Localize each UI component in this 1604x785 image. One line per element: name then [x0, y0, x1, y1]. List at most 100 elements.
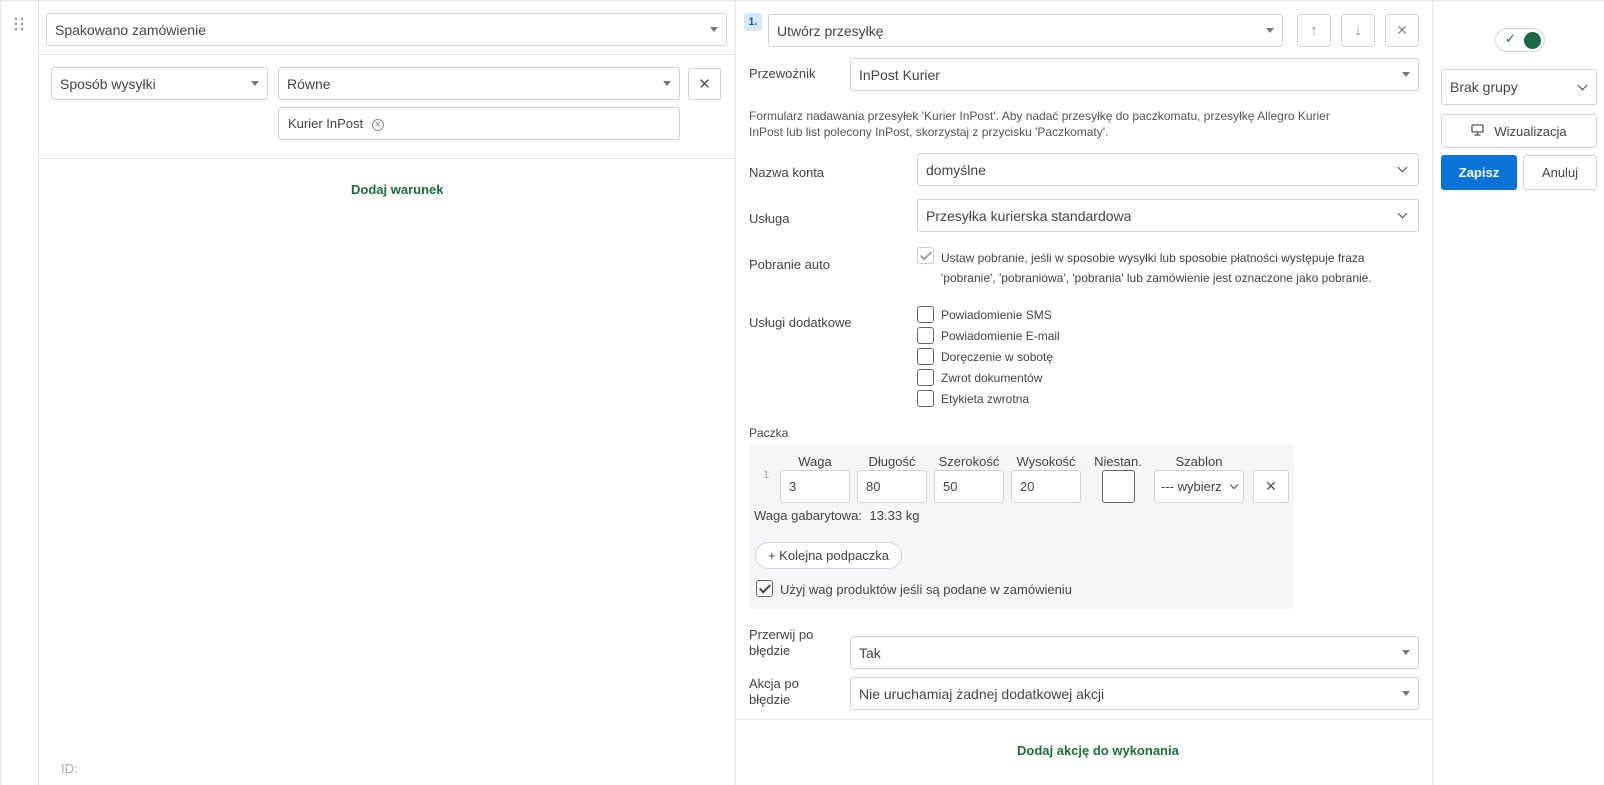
remove-condition-button[interactable]: ✕ [688, 68, 721, 100]
arrow-up-icon: ↑ [1310, 22, 1318, 39]
toggle-knob [1524, 32, 1541, 49]
monitor-icon [1471, 123, 1485, 139]
height-input[interactable]: 20 [1011, 470, 1081, 503]
caret-down-icon [1402, 72, 1410, 77]
template-header: Szablon [1175, 454, 1223, 469]
close-icon: ✕ [1396, 22, 1408, 38]
template-select-value: --- wybierz [1161, 479, 1222, 494]
chevron-down-icon [1397, 208, 1408, 219]
service-label: Usługa [749, 211, 790, 226]
move-up-button[interactable]: ↑ [1297, 14, 1331, 47]
dim-weight-value: 13.33 kg [869, 508, 920, 523]
service-select[interactable]: Przesyłka kurierska standardowa [917, 199, 1419, 232]
visualize-button-label: Wizualizacja [1494, 123, 1567, 139]
extra-sms-checkbox[interactable] [917, 306, 934, 323]
cancel-button[interactable]: Anuluj [1523, 155, 1597, 190]
divider [735, 719, 1432, 720]
visualize-button[interactable]: Wizualizacja [1441, 114, 1597, 148]
action-on-error-select[interactable]: Nie uruchamiaj żadnej dodatkowej akcji [850, 677, 1419, 710]
id-label: ID: [61, 761, 78, 776]
close-icon: ✕ [1265, 478, 1277, 494]
trigger-select-value: Spakowano zamówienie [55, 21, 206, 38]
cod-checkbox[interactable] [917, 247, 934, 264]
carrier-info-line: Formularz nadawania przesyłek 'Kurier In… [749, 109, 1330, 123]
weight-header: Waga [798, 454, 832, 469]
stop-on-error-select[interactable]: Tak [850, 636, 1419, 669]
panel-divider-middle [735, 0, 736, 785]
extra-return-label-label: Etykieta zwrotna [941, 392, 1030, 406]
carrier-info-text: Formularz nadawania przesyłek 'Kurier In… [749, 108, 1419, 140]
extra-saturday-checkbox[interactable] [917, 348, 934, 365]
stop-on-error-label: Przerwij po błędzie [749, 627, 813, 659]
remove-tag-icon[interactable]: ✕ [371, 118, 384, 131]
caret-down-icon [663, 81, 671, 86]
width-input[interactable]: 50 [934, 470, 1004, 503]
stop-on-error-label-line: Przerwij po [749, 627, 814, 642]
carrier-select[interactable]: InPost Kurier [850, 58, 1419, 91]
length-header: Długość [868, 454, 916, 469]
cod-description: Ustaw pobranie, jeśli w sposobie wysyłki… [941, 248, 1419, 288]
extra-sms-label: Powiadomienie SMS [941, 308, 1052, 322]
divider [38, 158, 735, 159]
extra-saturday-label: Doręczenie w sobotę [941, 350, 1054, 364]
dim-weight-label: Waga gabarytowa: [754, 508, 862, 523]
caret-down-icon [1402, 650, 1410, 655]
caret-down-icon [710, 27, 718, 32]
extra-return-label-checkbox[interactable] [917, 390, 934, 407]
remove-package-button[interactable]: ✕ [1253, 470, 1289, 503]
action-select[interactable]: Utwórz przesyłkę [768, 14, 1283, 47]
condition-operator-value: Równe [287, 75, 331, 92]
cod-label: Pobranie auto [749, 257, 830, 272]
group-select[interactable]: Brak grupy [1441, 69, 1597, 105]
action-on-error-label-line: błędzie [749, 692, 791, 707]
dim-weight: Waga gabarytowa: 13.33 kg [754, 508, 919, 523]
use-product-weights-label: Użyj wag produktów jeśli są podane w zam… [780, 582, 1072, 597]
drag-handle-icon[interactable] [14, 17, 24, 33]
package-label: Paczka [749, 426, 789, 440]
condition-tag-label: Kurier InPost [288, 116, 364, 131]
frame-top-border [0, 0, 1604, 1]
condition-field-select[interactable]: Sposób wysyłki [51, 67, 268, 100]
package-panel: Waga Długość Szerokość Wysokość Niestan.… [749, 444, 1294, 609]
extra-services-label: Usługi dodatkowe [749, 315, 852, 330]
nonstd-checkbox[interactable] [1102, 470, 1135, 503]
extra-email-label: Powiadomienie E-mail [941, 329, 1060, 343]
account-select[interactable]: domyślne [917, 153, 1419, 186]
add-action-link[interactable]: Dodaj akcję do wykonania [1017, 743, 1179, 758]
active-toggle[interactable]: ✓ [1495, 28, 1545, 52]
chevron-down-icon [1577, 80, 1588, 90]
remove-action-button[interactable]: ✕ [1385, 14, 1419, 47]
cod-description-line: 'pobranie', 'pobraniowa', 'pobrania' lub… [941, 271, 1372, 285]
condition-tag: Kurier InPost ✕ [288, 116, 384, 131]
action-on-error-label-line: Akcja po [749, 676, 799, 691]
panel-divider-right [1432, 0, 1433, 785]
caret-down-icon [251, 81, 259, 86]
use-product-weights-checkbox[interactable] [756, 580, 773, 597]
account-label: Nazwa konta [749, 165, 825, 180]
service-select-value: Przesyłka kurierska standardowa [926, 207, 1132, 224]
extra-return-docs-checkbox[interactable] [917, 369, 934, 386]
trigger-select[interactable]: Spakowano zamówienie [46, 13, 727, 46]
condition-operator-select[interactable]: Równe [278, 67, 680, 100]
extra-email-checkbox[interactable] [917, 327, 934, 344]
length-input[interactable]: 80 [857, 470, 927, 503]
action-number-badge: 1. [744, 13, 762, 31]
action-select-value: Utwórz przesyłkę [777, 22, 884, 39]
save-button[interactable]: Zapisz [1441, 155, 1517, 190]
arrow-down-icon: ↓ [1354, 22, 1362, 39]
condition-value-box[interactable]: Kurier InPost ✕ [278, 107, 680, 140]
package-row-number: 1 [763, 469, 770, 481]
weight-input[interactable]: 3 [780, 470, 850, 503]
caret-down-icon [1266, 28, 1274, 33]
move-down-button[interactable]: ↓ [1341, 14, 1375, 47]
carrier-label: Przewoźnik [749, 66, 816, 81]
stop-on-error-label-line: błędzie [749, 643, 791, 658]
add-subpackage-button[interactable]: + Kolejna podpaczka [755, 542, 902, 569]
add-condition-link[interactable]: Dodaj warunek [351, 182, 443, 197]
panel-divider-left [38, 0, 39, 785]
nonstd-header: Niestan. [1094, 454, 1142, 469]
account-select-value: domyślne [926, 161, 986, 178]
height-header: Wysokość [1016, 454, 1076, 469]
caret-down-icon [1402, 691, 1410, 696]
template-select[interactable]: --- wybierz [1154, 470, 1244, 503]
